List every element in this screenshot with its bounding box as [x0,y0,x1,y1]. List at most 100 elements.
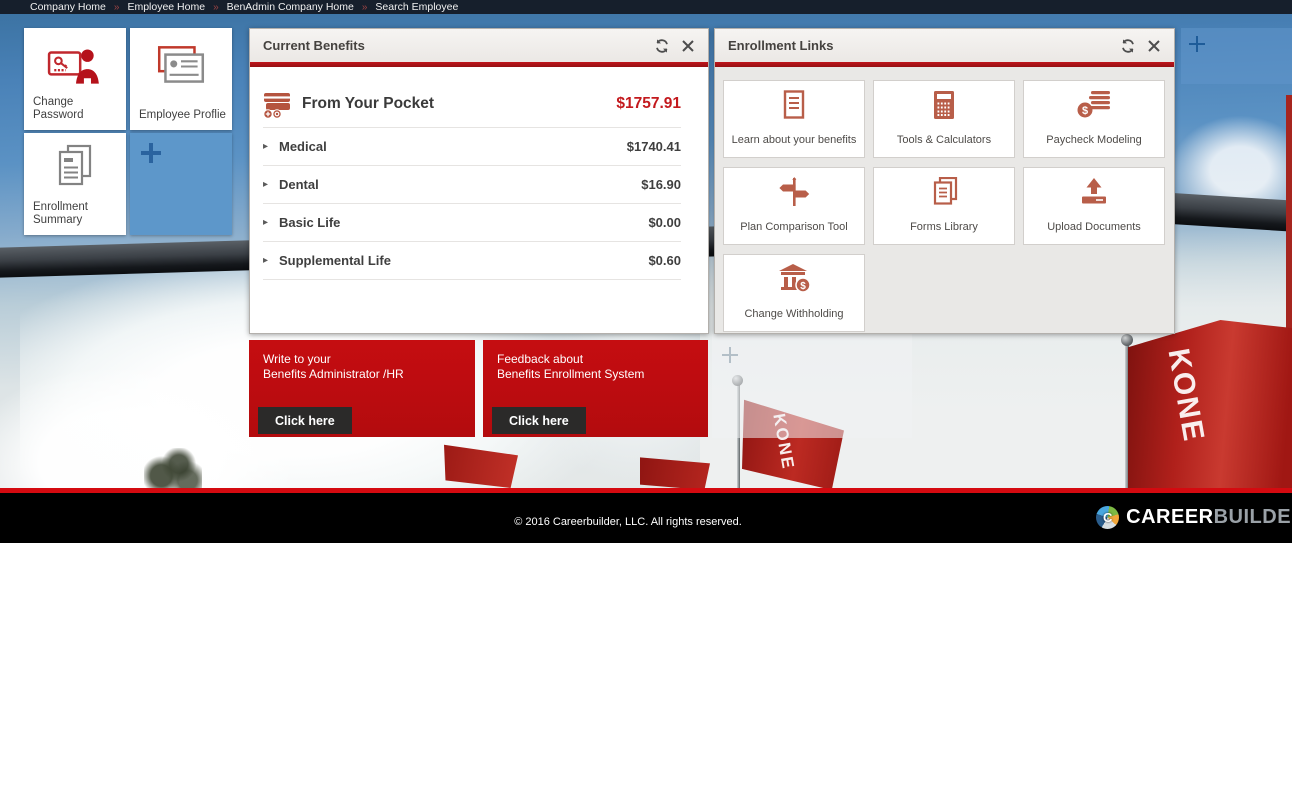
signpost-icon [776,177,812,207]
link-plan-comparison-tool[interactable]: Plan Comparison Tool [723,167,865,245]
add-widget-icon[interactable] [722,347,738,363]
benefit-name: Supplemental Life [279,253,648,268]
enrollment-links-panel: Enrollment Links [714,28,1175,334]
link-label: Forms Library [906,221,982,233]
flagpole-finial [1121,334,1133,346]
wordmark-builder: BUILDER [1214,506,1292,528]
link-forms-library[interactable]: Forms Library [873,167,1015,245]
widget-drop-zone [712,334,912,438]
link-label: Learn about your benefits [728,134,861,146]
tile-employee-profile[interactable]: Employee Proflie [130,28,232,130]
benefit-row-dental[interactable]: ▸ Dental $16.90 [263,166,681,204]
benefit-row-medical[interactable]: ▸ Medical $1740.41 [263,128,681,166]
nav-employee-home[interactable]: Employee Home [127,1,205,13]
banner-line2: Benefits Administrator /HR [263,367,404,382]
panel-header: Current Benefits [250,29,708,62]
money-coin-icon: $ [1076,90,1112,120]
forms-icon [926,177,962,207]
careerbuilder-logo: C CAREERBUILDER [1096,506,1292,529]
employee-profile-icon [130,44,232,88]
wordmark-career: CAREER [1126,506,1213,528]
svg-text:$: $ [800,281,806,292]
benefit-amount: $1740.41 [627,139,681,154]
add-widget-icon[interactable] [1189,36,1205,52]
benefit-row-supplemental-life[interactable]: ▸ Supplemental Life $0.60 [263,242,681,280]
banner-line1: Write to your [263,352,404,367]
panel-title: Enrollment Links [728,38,1110,53]
panel-accent-bar [715,62,1174,67]
bank-coin-icon: $ [776,264,812,294]
banner-line1: Feedback about [497,352,644,367]
link-label: Paycheck Modeling [1042,134,1145,146]
careerbuilder-logo-mark-icon: C [1096,506,1119,529]
link-label: Plan Comparison Tool [736,221,851,233]
tile-add-widget[interactable] [130,133,232,235]
careerbuilder-wordmark: CAREERBUILDER [1126,506,1292,529]
link-label: Upload Documents [1043,221,1145,233]
benefit-amount: $0.60 [648,253,681,268]
flag-text: KONE [1161,346,1211,445]
benefit-name: Medical [279,139,627,154]
upload-icon [1076,177,1112,207]
link-label: Tools & Calculators [893,134,995,146]
expand-arrow-icon[interactable]: ▸ [263,179,279,190]
benefit-amount: $16.90 [641,177,681,192]
page: KONE KONE Company Home » Employee Home »… [0,0,1292,812]
breadcrumb-separator: » [213,2,219,13]
from-your-pocket-row: From Your Pocket $1757.91 [263,85,681,123]
expand-arrow-icon[interactable]: ▸ [263,255,279,266]
feedback-click-here-button[interactable]: Click here [492,407,586,434]
from-your-pocket-amount: $1757.91 [616,95,681,113]
close-icon[interactable] [1145,37,1162,54]
tile-enrollment-summary[interactable]: Enrollment Summary [24,133,126,235]
calculator-icon [926,90,962,120]
link-change-withholding[interactable]: $ Change Withholding [723,254,865,332]
refresh-icon[interactable] [653,37,670,54]
nav-company-home[interactable]: Company Home [30,1,106,13]
tile-label: Change Password [33,96,122,122]
link-upload-documents[interactable]: Upload Documents [1023,167,1165,245]
breadcrumb-separator: » [362,2,368,13]
change-password-icon [24,44,126,86]
breadcrumb-separator: » [114,2,120,13]
window-beam [1171,193,1292,232]
nav-benadmin-company-home[interactable]: BenAdmin Company Home [227,1,354,13]
tile-label: Enrollment Summary [33,201,122,227]
tile-change-password[interactable]: Change Password [24,28,126,130]
svg-text:$: $ [1082,105,1088,117]
link-learn-about-benefits[interactable]: Learn about your benefits [723,80,865,158]
benefit-amount: $0.00 [648,215,681,230]
plus-icon [141,143,161,163]
kone-flag: KONE [1128,320,1292,490]
banner-text: Feedback about Benefits Enrollment Syste… [497,352,644,382]
tile-label: Employee Proflie [139,109,228,122]
benefit-name: Basic Life [279,215,648,230]
banner-line2: Benefits Enrollment System [497,367,644,382]
document-icon [776,90,812,120]
benefits-list: ▸ Medical $1740.41 ▸ Dental $16.90 ▸ Bas… [263,127,681,280]
panel-header: Enrollment Links [715,29,1174,62]
benefit-row-basic-life[interactable]: ▸ Basic Life $0.00 [263,204,681,242]
link-label: Change Withholding [740,308,847,320]
feedback-banner: Feedback about Benefits Enrollment Syste… [483,340,708,437]
write-to-hr-banner: Write to your Benefits Administrator /HR… [249,340,475,437]
current-benefits-panel: Current Benefits [249,28,709,334]
expand-arrow-icon[interactable]: ▸ [263,141,279,152]
banner-text: Write to your Benefits Administrator /HR [263,352,404,382]
link-tools-calculators[interactable]: Tools & Calculators [873,80,1015,158]
wallet-icon [263,90,293,119]
expand-arrow-icon[interactable]: ▸ [263,217,279,228]
write-to-hr-click-here-button[interactable]: Click here [258,407,352,434]
nav-search-employee[interactable]: Search Employee [375,1,458,13]
close-icon[interactable] [679,37,696,54]
benefit-name: Dental [279,177,641,192]
link-paycheck-modeling[interactable]: $ Paycheck Modeling [1023,80,1165,158]
enrollment-summary-icon [24,143,126,191]
logo-letter: C [1103,510,1112,525]
refresh-icon[interactable] [1119,37,1136,54]
from-your-pocket-label: From Your Pocket [302,95,616,113]
panel-title: Current Benefits [263,38,644,53]
footer: © 2016 Careerbuilder, LLC. All rights re… [0,493,1292,543]
breadcrumb: Company Home » Employee Home » BenAdmin … [0,0,1292,14]
panel-accent-bar [250,62,708,67]
